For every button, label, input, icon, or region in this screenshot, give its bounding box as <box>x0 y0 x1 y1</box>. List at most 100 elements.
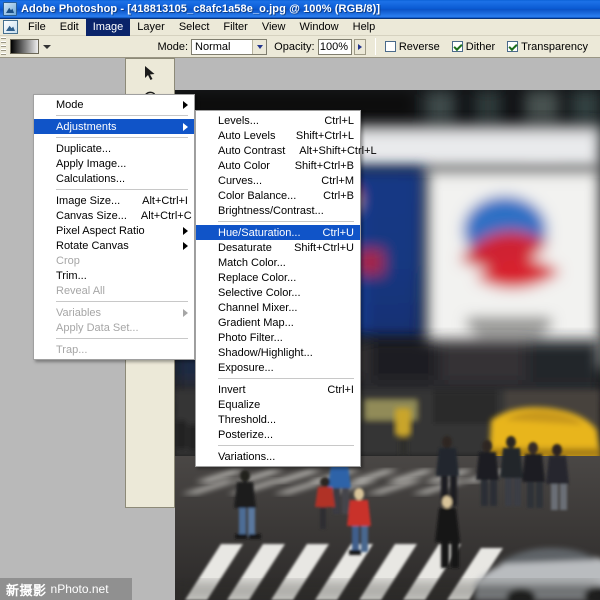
opacity-slider-button[interactable] <box>354 38 366 55</box>
menu-filter[interactable]: Filter <box>216 19 254 36</box>
menu-item-mode[interactable]: Mode <box>34 97 194 112</box>
menu-item-match-color[interactable]: Match Color... <box>196 255 360 270</box>
menu-item-shortcut: Ctrl+I <box>327 383 354 396</box>
menu-item-label: Auto Color <box>218 159 270 172</box>
menu-item-hue-saturation[interactable]: Hue/Saturation... Ctrl+U <box>196 225 360 240</box>
adjustments-submenu[interactable]: Levels... Ctrl+L Auto Levels Shift+Ctrl+… <box>195 110 377 467</box>
menu-item-label: Equalize <box>218 398 261 411</box>
menu-edit[interactable]: Edit <box>53 19 86 36</box>
chevron-right-icon <box>183 226 188 235</box>
menu-item-label: Variations... <box>218 450 276 463</box>
menu-item-variables: Variables <box>34 305 194 320</box>
chevron-down-icon[interactable] <box>43 44 52 49</box>
options-bar-grip[interactable] <box>1 36 7 57</box>
menu-item-shortcut: Alt+Ctrl+C <box>140 209 192 222</box>
menu-item-label: Exposure... <box>218 361 274 374</box>
menu-item-image-size[interactable]: Image Size... Alt+Ctrl+I <box>34 193 194 208</box>
menu-item-shortcut: Alt+Shift+Ctrl+L <box>299 144 377 157</box>
menu-item-pixel-aspect-ratio[interactable]: Pixel Aspect Ratio <box>34 223 194 238</box>
chevron-right-icon <box>183 100 188 109</box>
menu-item-replace-color[interactable]: Replace Color... <box>196 270 360 285</box>
menu-item-equalize[interactable]: Equalize <box>196 397 360 412</box>
menu-item-label: Shadow/Highlight... <box>218 346 313 359</box>
menu-bar: File Edit Image Layer Select Filter View… <box>0 18 600 36</box>
menu-item-variations[interactable]: Variations... <box>196 449 360 464</box>
menu-item-label: Brightness/Contrast... <box>218 204 324 217</box>
menu-view[interactable]: View <box>255 19 293 36</box>
menu-item-shortcut: Ctrl+U <box>322 226 354 239</box>
menu-item-exposure[interactable]: Exposure... <box>196 360 360 375</box>
menu-item-label: Hue/Saturation... <box>218 226 301 239</box>
menu-separator <box>56 338 188 339</box>
menu-item-levels[interactable]: Levels... Ctrl+L <box>196 113 360 128</box>
menu-item-shortcut: Alt+Ctrl+I <box>142 194 188 207</box>
menu-image[interactable]: Image <box>85 18 131 36</box>
menu-item-label: Adjustments <box>56 120 117 133</box>
gradient-preview-swatch[interactable] <box>10 39 40 54</box>
chevron-right-icon <box>183 308 188 317</box>
menu-item-label: Invert <box>218 383 246 396</box>
menu-item-auto-contrast[interactable]: Auto Contrast Alt+Shift+Ctrl+L <box>196 143 377 158</box>
dither-label: Dither <box>465 40 496 53</box>
menu-file[interactable]: File <box>21 19 53 36</box>
menu-item-label: Apply Image... <box>56 157 127 170</box>
dither-checkbox[interactable]: Dither <box>451 40 496 53</box>
menu-item-label: Selective Color... <box>218 286 301 299</box>
menu-layer[interactable]: Layer <box>130 19 172 36</box>
menu-item-trim[interactable]: Trim... <box>34 268 194 283</box>
menu-item-shortcut: Ctrl+B <box>323 189 354 202</box>
menu-item-desaturate[interactable]: Desaturate Shift+Ctrl+U <box>196 240 360 255</box>
menu-separator <box>218 221 354 222</box>
menu-item-label: Gradient Map... <box>218 316 294 329</box>
checkbox-box <box>451 41 463 52</box>
watermark-text-cn: 新摄影 <box>6 582 47 598</box>
menu-item-curves[interactable]: Curves... Ctrl+M <box>196 173 360 188</box>
menu-window[interactable]: Window <box>293 19 346 36</box>
chevron-down-icon <box>256 44 263 49</box>
menu-item-shadow-highlight[interactable]: Shadow/Highlight... <box>196 345 360 360</box>
watermark: 新摄影 nPhoto.net <box>0 578 132 600</box>
menu-item-color-balance[interactable]: Color Balance... Ctrl+B <box>196 188 360 203</box>
menu-select[interactable]: Select <box>172 19 217 36</box>
menu-item-label: Auto Contrast <box>218 144 286 157</box>
menu-item-threshold[interactable]: Threshold... <box>196 412 360 427</box>
blend-mode-select[interactable]: Normal <box>191 38 268 55</box>
menu-item-label: Threshold... <box>218 413 277 426</box>
menu-item-shortcut: Shift+Ctrl+U <box>294 241 354 254</box>
menu-item-canvas-size[interactable]: Canvas Size... Alt+Ctrl+C <box>34 208 194 223</box>
menu-item-trap: Trap... <box>34 342 194 357</box>
reverse-label: Reverse <box>398 40 440 53</box>
menu-item-calculations[interactable]: Calculations... <box>34 171 194 186</box>
move-tool[interactable] <box>139 63 161 83</box>
mode-label: Mode: <box>157 40 189 53</box>
transparency-checkbox[interactable]: Transparency <box>507 41 588 53</box>
opacity-input[interactable]: 100% <box>317 38 352 55</box>
menu-item-posterize[interactable]: Posterize... <box>196 427 360 442</box>
menu-item-adjustments[interactable]: Adjustments <box>34 119 194 134</box>
menu-item-selective-color[interactable]: Selective Color... <box>196 285 360 300</box>
menu-item-apply-image[interactable]: Apply Image... <box>34 156 194 171</box>
menu-item-channel-mixer[interactable]: Channel Mixer... <box>196 300 360 315</box>
reverse-checkbox[interactable]: Reverse <box>384 40 440 53</box>
menu-item-label: Mode <box>56 98 84 111</box>
menu-help[interactable]: Help <box>346 19 383 36</box>
menu-item-gradient-map[interactable]: Gradient Map... <box>196 315 360 330</box>
menu-item-label: Levels... <box>218 114 259 127</box>
image-menu-dropdown[interactable]: Mode Adjustments Duplicate... Apply Imag… <box>33 94 195 360</box>
menu-item-crop: Crop <box>34 253 194 268</box>
menu-item-label: Crop <box>56 254 80 267</box>
menu-item-auto-levels[interactable]: Auto Levels Shift+Ctrl+L <box>196 128 360 143</box>
menu-item-invert[interactable]: Invert Ctrl+I <box>196 382 360 397</box>
menu-item-label: Color Balance... <box>218 189 297 202</box>
menu-item-photo-filter[interactable]: Photo Filter... <box>196 330 360 345</box>
menu-item-brightness-contrast[interactable]: Brightness/Contrast... <box>196 203 360 218</box>
menu-item-auto-color[interactable]: Auto Color Shift+Ctrl+B <box>196 158 360 173</box>
menu-item-shortcut: Shift+Ctrl+B <box>294 159 354 172</box>
menu-item-shortcut: Shift+Ctrl+L <box>295 129 354 142</box>
menu-item-label: Replace Color... <box>218 271 297 284</box>
menu-item-rotate-canvas[interactable]: Rotate Canvas <box>34 238 194 253</box>
menu-item-label: Image Size... <box>56 194 121 207</box>
blend-mode-dropdown-button[interactable] <box>252 39 267 54</box>
menu-item-duplicate[interactable]: Duplicate... <box>34 141 194 156</box>
options-separator <box>374 38 376 55</box>
